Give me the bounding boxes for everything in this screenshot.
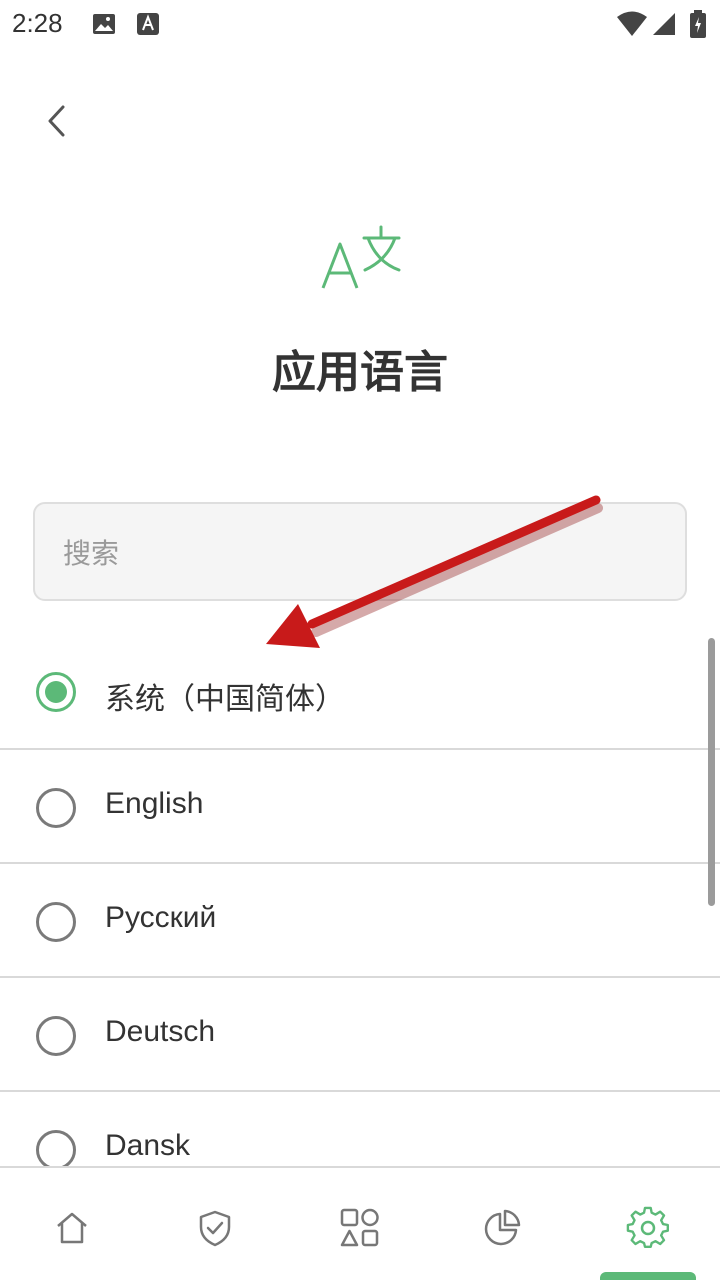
language-item-german[interactable]: Deutsch [0,978,720,1092]
language-label: Deutsch [105,1015,216,1048]
language-label: English [105,787,204,820]
apps-shapes-icon [340,1208,379,1247]
wifi-icon [617,11,647,36]
page-title: 应用语言 [272,347,448,398]
language-list: 系统（中国简体） English Русский Deutsch Dansk [0,634,720,1166]
nav-home[interactable] [42,1198,102,1258]
nav-apps[interactable] [330,1198,390,1258]
radio-unselected[interactable] [36,1016,76,1056]
radio-selected[interactable] [36,672,76,712]
nav-security[interactable] [185,1198,245,1258]
chevron-left-icon [48,105,65,137]
language-item-system[interactable]: 系统（中国简体） [0,634,720,750]
bottom-nav [0,1166,720,1280]
radio-unselected[interactable] [36,902,76,942]
language-label: 系统（中国简体） [105,682,345,717]
radio-unselected[interactable] [36,788,76,828]
shield-check-icon [199,1210,231,1247]
language-item-english[interactable]: English [0,750,720,864]
status-bar: 2:28 [0,0,720,50]
image-icon [93,14,115,34]
nav-stats[interactable] [472,1198,532,1258]
active-tab-indicator [600,1272,696,1280]
battery-icon [690,10,706,38]
gear-icon [626,1206,669,1249]
back-button[interactable] [30,94,84,148]
home-icon [57,1212,87,1244]
search-box[interactable] [33,502,687,601]
language-item-russian[interactable]: Русский [0,864,720,978]
nav-settings[interactable] [618,1198,678,1258]
radio-unselected[interactable] [36,1130,76,1166]
pie-chart-icon [484,1209,521,1246]
language-item-danish[interactable]: Dansk [0,1092,720,1166]
language-label: Dansk [105,1129,191,1162]
scrollbar[interactable] [708,638,715,906]
app-a-icon [137,13,159,35]
signal-icon [653,13,675,35]
translate-icon [321,225,401,289]
status-time: 2:28 [12,8,63,38]
language-label: Русский [105,901,217,934]
search-input[interactable] [63,530,653,576]
